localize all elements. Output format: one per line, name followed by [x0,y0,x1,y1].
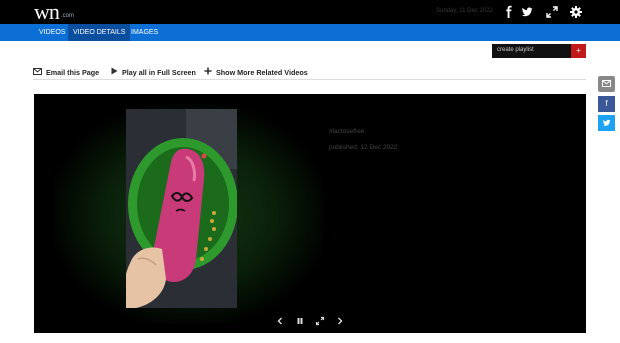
site-logo[interactable]: wn .com [34,0,74,24]
email-page-link[interactable]: Email this Page [33,66,99,79]
action-bar: Email this Page Play all in Full Screen … [33,66,586,80]
logo-suffix: .com [61,13,75,19]
video-tag[interactable]: #lactosefree [329,128,364,135]
share-facebook-icon[interactable]: f [598,96,615,112]
play-all-label: Play all in Full Screen [122,68,196,77]
next-icon[interactable] [335,316,345,326]
play-icon [111,66,118,79]
settings-icon[interactable] [569,5,583,19]
playlist-add-button[interactable]: + [571,44,586,58]
video-thumbnail[interactable] [126,109,237,308]
top-bar: wn .com Sunday, 11 Dec 2022 [0,0,620,24]
date-text: Sunday, 11 Dec 2022 [436,8,493,14]
logo-mark: wn [34,0,60,24]
prev-icon[interactable] [275,316,285,326]
tab-videos[interactable]: VIDEOS [34,24,70,41]
email-page-label: Email this Page [46,68,100,77]
envelope-icon [33,66,42,79]
tab-images[interactable]: IMAGES [126,24,163,41]
main-nav: VIDEOS VIDEO DETAILS IMAGES [0,24,620,41]
expand-icon[interactable] [545,5,559,19]
video-player[interactable]: #lactosefree published: 12 Dec 2022 [34,94,586,333]
more-related-label: Show More Related Videos [216,68,308,77]
tab-video-details[interactable]: VIDEO DETAILS [68,24,131,41]
twitter-icon[interactable] [520,5,534,19]
more-related-link[interactable]: Show More Related Videos [204,66,308,79]
plus-icon [204,66,212,79]
facebook-icon[interactable] [502,5,516,19]
fullscreen-icon[interactable] [315,316,325,326]
playlist-input[interactable]: create playlist [497,47,534,53]
create-playlist: create playlist + [492,44,586,58]
play-all-link[interactable]: Play all in Full Screen [111,66,196,79]
share-twitter-icon[interactable] [598,115,615,131]
video-published: published: 12 Dec 2022 [329,144,398,151]
share-email-icon[interactable] [598,76,615,92]
pause-icon[interactable] [295,316,305,326]
